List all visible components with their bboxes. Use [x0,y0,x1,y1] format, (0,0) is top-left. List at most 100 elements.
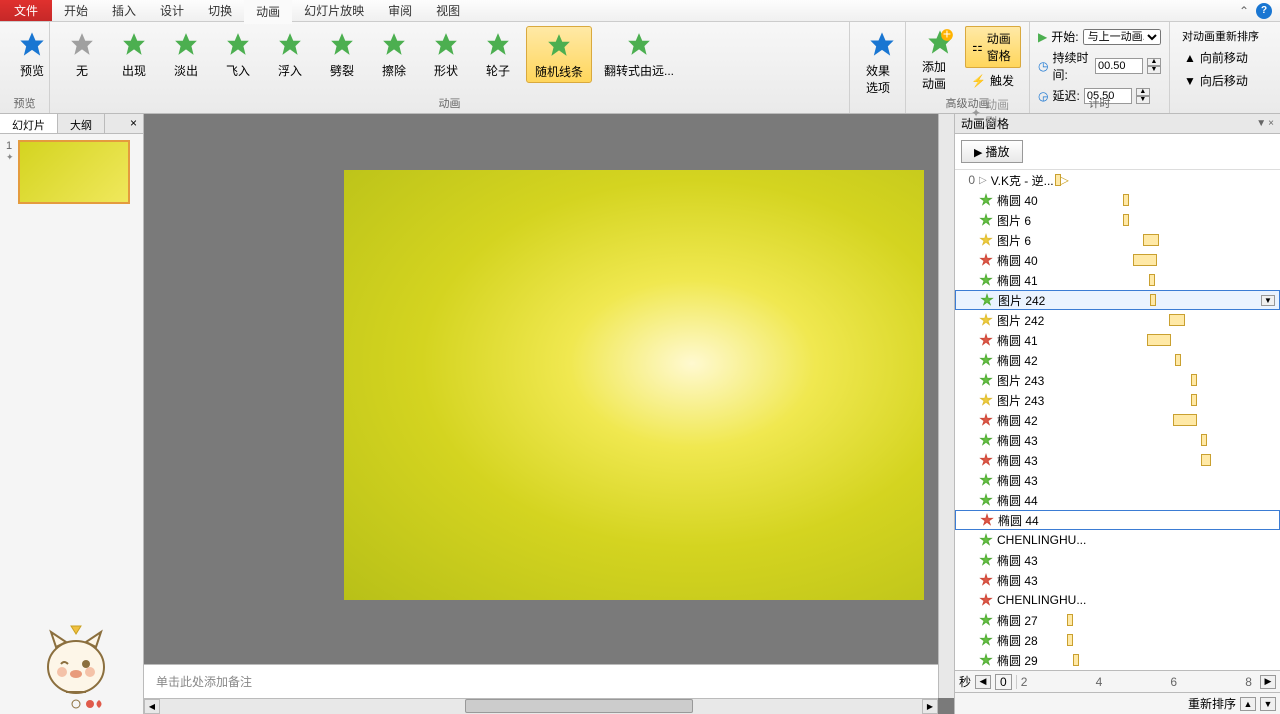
anim-effect-形状[interactable]: 形状 [422,26,470,83]
play-icon: ▶ [1038,30,1047,44]
anim-effect-飞入[interactable]: 飞入 [214,26,262,83]
anim-list-item[interactable]: 椭圆 43 [955,430,1280,450]
menu-animations[interactable]: 动画 [244,0,292,24]
anim-list-item[interactable]: 椭圆 41 [955,270,1280,290]
scroll-right-arrow[interactable]: ▶ [922,699,938,714]
anim-list-item[interactable]: 图片 242▼ [955,290,1280,310]
anim-list-item[interactable]: 椭圆 40 [955,190,1280,210]
anim-list-item[interactable]: 图片 243 [955,390,1280,410]
slide-number: 1 [6,140,14,152]
file-menu[interactable]: 文件 [0,0,52,21]
anim-list-item[interactable]: 椭圆 29 [955,650,1280,670]
pane-icon: ⚏ [972,40,983,54]
anim-effect-劈裂[interactable]: 劈裂 [318,26,366,83]
notes-panel[interactable]: 单击此处添加备注 [144,664,938,698]
start-select[interactable]: 与上一动画... [1083,29,1161,45]
down-arrow-icon: ▼ [1184,74,1196,88]
animation-pane-button[interactable]: ⚏动画窗格 [965,26,1021,68]
add-animation-label: 添加动画 [922,58,957,92]
anim-effect-无[interactable]: 无 [58,26,106,83]
group-label-animation: 动画 [50,95,849,111]
ribbon: 预览 预览 无出现淡出飞入浮入劈裂擦除形状轮子随机线条翻转式由远... 动画 效… [0,22,1280,114]
up-arrow-icon: ▲ [1184,51,1196,65]
scroll-left-arrow[interactable]: ◀ [144,699,160,714]
trigger-button[interactable]: ⚡触发 [965,69,1021,92]
anim-list-item[interactable]: 0▷V.K克 - 逆...▷ [955,170,1280,190]
reorder-label: 重新排序 [1188,695,1236,712]
group-label-advanced: 高级动画 [906,95,1029,111]
menu-view[interactable]: 视图 [424,0,472,23]
anim-effect-轮子[interactable]: 轮子 [474,26,522,83]
reorder-title: 对动画重新排序 [1178,26,1272,46]
group-label-preview: 预览 [0,95,49,111]
effect-options-button[interactable]: 效果选项 [858,26,906,98]
anim-list-item[interactable]: CHENLINGHU... [955,530,1280,550]
anim-list-item[interactable]: 椭圆 44 [955,510,1280,530]
anim-list-item[interactable]: 椭圆 44 [955,490,1280,510]
anim-list-item[interactable]: 图片 6 [955,210,1280,230]
start-label: 开始: [1051,28,1078,45]
anim-list-item[interactable]: 椭圆 41 [955,330,1280,350]
anim-list-item[interactable]: 椭圆 43 [955,470,1280,490]
anim-list-item[interactable]: 椭圆 40 [955,250,1280,270]
menu-design[interactable]: 设计 [148,0,196,23]
reorder-up-button[interactable]: ▲ [1240,697,1256,711]
menu-transitions[interactable]: 切换 [196,0,244,23]
anim-effect-出现[interactable]: 出现 [110,26,158,83]
minimize-ribbon-icon[interactable]: ⌃ [1236,3,1252,19]
mascot-icon [36,622,116,712]
anim-list-item[interactable]: 椭圆 28 [955,630,1280,650]
menu-home[interactable]: 开始 [52,0,100,23]
anim-list-item[interactable]: 椭圆 42 [955,350,1280,370]
time-start: 0 [995,674,1012,690]
play-button[interactable]: ▶ 播放 [961,140,1023,163]
anim-effect-翻转式由远...[interactable]: 翻转式由远... [596,26,682,83]
anim-list-item[interactable]: 图片 243 [955,370,1280,390]
add-animation-button[interactable]: + 添加动画 [914,26,965,94]
anim-list-item[interactable]: 图片 6 [955,230,1280,250]
move-earlier-button[interactable]: ▲向前移动 [1178,46,1272,69]
help-icon[interactable]: ? [1256,3,1272,19]
timeline-ruler: 2 4 6 8 [1016,675,1256,689]
anim-list-item[interactable]: 椭圆 42 [955,410,1280,430]
close-panel-button[interactable]: × [124,114,143,133]
animation-list[interactable]: 0▷V.K克 - 逆...▷椭圆 40图片 6图片 6椭圆 40椭圆 41图片 … [955,170,1280,670]
zoom-out-button[interactable]: ◀ [975,675,991,689]
move-later-button[interactable]: ▼向后移动 [1178,69,1272,92]
preview-button[interactable]: 预览 [8,26,56,81]
scroll-thumb[interactable] [465,699,694,713]
horizontal-scrollbar[interactable]: ◀ ▶ [144,698,938,714]
slide-editor[interactable]: 单击此处添加备注 ◀ ▶ [144,114,954,714]
menu-slideshow[interactable]: 幻灯片放映 [292,0,376,23]
anim-effect-淡出[interactable]: 淡出 [162,26,210,83]
lightning-icon: ⚡ [971,74,986,88]
anim-list-item[interactable]: 椭圆 43 [955,550,1280,570]
duration-input[interactable] [1095,58,1143,74]
anim-effect-浮入[interactable]: 浮入 [266,26,314,83]
preview-label: 预览 [20,62,44,79]
tab-slides[interactable]: 幻灯片 [0,114,58,133]
anim-list-item[interactable]: 椭圆 27 [955,610,1280,630]
zoom-in-button[interactable]: ▶ [1260,675,1276,689]
spinner-down[interactable]: ▼ [1147,66,1161,74]
spinner-up[interactable]: ▲ [1147,58,1161,66]
animation-pane: 动画窗格 ▼ × ▶ 播放 0▷V.K克 - 逆...▷椭圆 40图片 6图片 … [954,114,1280,714]
anim-effect-随机线条[interactable]: 随机线条 [526,26,592,83]
anim-list-item[interactable]: 椭圆 43 [955,570,1280,590]
seconds-label: 秒 [959,673,971,690]
anim-list-item[interactable]: 图片 242 [955,310,1280,330]
anim-list-item[interactable]: 椭圆 43 [955,450,1280,470]
vertical-scrollbar[interactable] [938,114,954,698]
menu-review[interactable]: 审阅 [376,0,424,23]
tab-outline[interactable]: 大纲 [58,114,105,133]
reorder-down-button[interactable]: ▼ [1260,697,1276,711]
anim-list-item[interactable]: CHENLINGHU... [955,590,1280,610]
pane-dropdown-icon[interactable]: ▼ [1256,118,1266,129]
pane-close-icon[interactable]: × [1268,118,1274,129]
effect-options-label: 效果选项 [866,62,898,96]
menu-insert[interactable]: 插入 [100,0,148,23]
menu-bar: 文件 开始 插入 设计 切换 动画 幻灯片放映 审阅 视图 ⌃ ? [0,0,1280,22]
slide-canvas[interactable] [344,170,924,600]
slide-thumbnail[interactable]: 1 ✦ [6,140,137,204]
anim-effect-擦除[interactable]: 擦除 [370,26,418,83]
